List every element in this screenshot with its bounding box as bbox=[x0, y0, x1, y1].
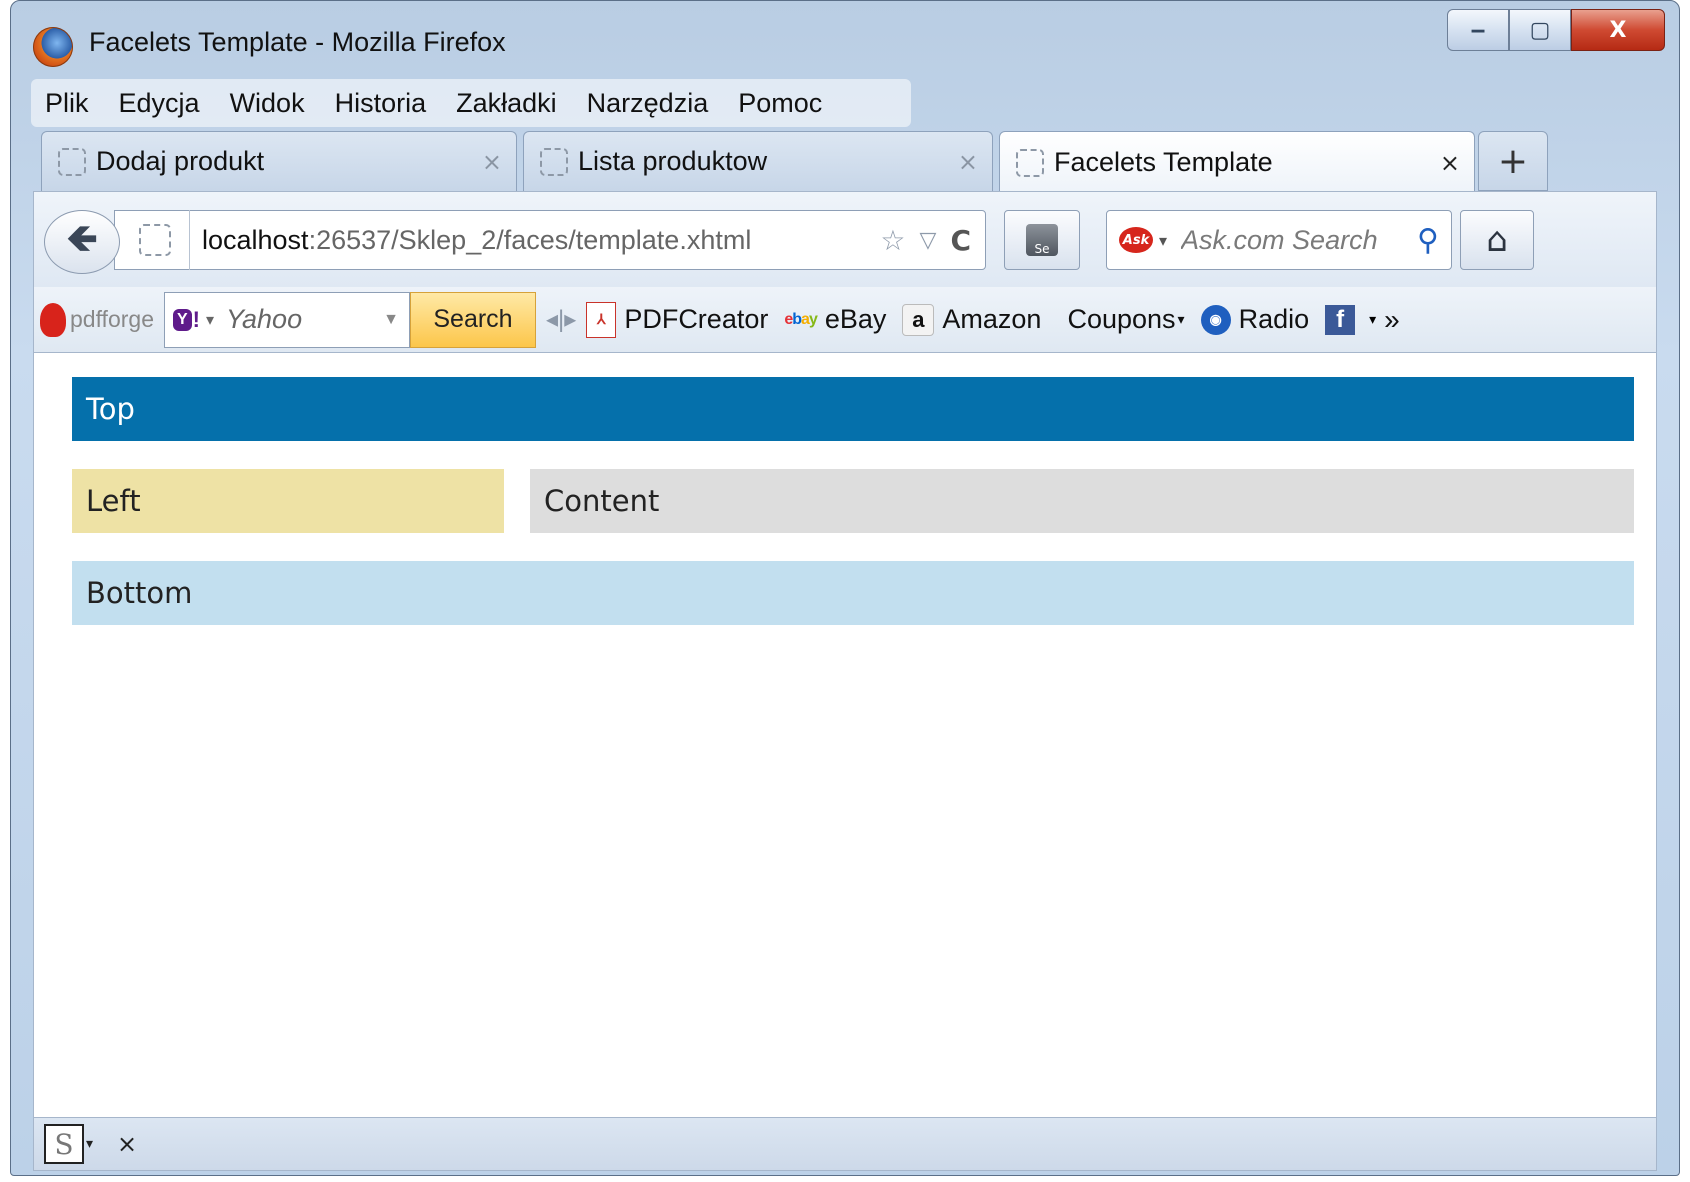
status-bar: S ▾ × bbox=[33, 1117, 1657, 1171]
yahoo-input[interactable]: Yahoo bbox=[226, 304, 383, 335]
tab-facelets-template[interactable]: Facelets Template × bbox=[999, 131, 1475, 193]
pdfforge-logo[interactable]: pdfforge bbox=[40, 302, 154, 337]
top-section: Top bbox=[72, 377, 1634, 441]
title-bar: Facelets Template - Mozilla Firefox ‒ ▢ … bbox=[11, 1, 1679, 81]
search-input[interactable]: Ask.com Search bbox=[1181, 225, 1417, 256]
toolbar-grip-icon[interactable]: ◂|▸ bbox=[546, 305, 576, 334]
home-icon: ⌂ bbox=[1486, 220, 1508, 260]
tab-close-icon[interactable]: × bbox=[482, 148, 502, 176]
tab-strip: Dodaj produkt × Lista produktow × Facele… bbox=[41, 131, 1671, 193]
bottom-section: Bottom bbox=[72, 561, 1634, 625]
left-section: Left bbox=[72, 469, 504, 533]
tab-close-icon[interactable]: × bbox=[958, 148, 978, 176]
radio-icon: ◉ bbox=[1200, 304, 1231, 335]
tab-label: Dodaj produkt bbox=[96, 146, 265, 176]
yahoo-logo-icon: Y bbox=[172, 308, 192, 331]
browser-window: Facelets Template - Mozilla Firefox ‒ ▢ … bbox=[10, 0, 1680, 1176]
ebay-icon: ebay bbox=[784, 310, 817, 328]
page-favicon-icon bbox=[540, 147, 568, 176]
more-bookmarks-chevron-icon[interactable]: » bbox=[1384, 304, 1400, 336]
pdfforge-label: pdfforge bbox=[70, 306, 154, 332]
menu-zakladki[interactable]: Zakładki bbox=[456, 88, 557, 119]
tab-close-icon[interactable]: × bbox=[1440, 149, 1460, 177]
search-icon[interactable]: ⚲ bbox=[1417, 223, 1439, 258]
coupons-dropdown-icon: ▾ bbox=[1177, 311, 1185, 327]
window-controls: ‒ ▢ X bbox=[1447, 9, 1665, 51]
engine-dropdown-icon[interactable]: ▾ bbox=[1159, 231, 1167, 250]
page-viewport: Top Left Content Bottom bbox=[33, 353, 1657, 1117]
page-favicon-icon bbox=[58, 147, 86, 176]
bookmark-ebay[interactable]: ebay eBay bbox=[784, 304, 886, 335]
firefox-logo-icon bbox=[33, 27, 73, 67]
url-bar[interactable]: localhost:26537/Sklep_2/faces/template.x… bbox=[114, 210, 986, 270]
maximize-button[interactable]: ▢ bbox=[1509, 9, 1571, 51]
s-addon-dropdown-icon[interactable]: ▾ bbox=[86, 1136, 93, 1152]
menu-narzedzia[interactable]: Narzędzia bbox=[587, 88, 709, 119]
selenium-icon: Se bbox=[1026, 224, 1058, 256]
facebook-icon[interactable]: f bbox=[1325, 304, 1356, 335]
navigation-toolbar: localhost:26537/Sklep_2/faces/template.x… bbox=[33, 191, 1657, 287]
yahoo-search-box[interactable]: Y ! ▾ Yahoo ▼ bbox=[163, 291, 410, 348]
close-addon-bar-icon[interactable]: × bbox=[117, 1130, 137, 1158]
bookmark-star-icon[interactable]: ☆ bbox=[880, 224, 905, 257]
yahoo-search-button[interactable]: Search bbox=[409, 291, 536, 348]
pdf-icon: ⅄ bbox=[586, 301, 617, 338]
bookmark-label: PDFCreator bbox=[624, 304, 769, 334]
back-arrow-icon: 🡸 bbox=[66, 215, 98, 260]
menu-edycja[interactable]: Edycja bbox=[119, 88, 200, 119]
url-text[interactable]: localhost:26537/Sklep_2/faces/template.x… bbox=[202, 225, 880, 256]
menu-historia[interactable]: Historia bbox=[335, 88, 427, 119]
bookmark-label: eBay bbox=[824, 304, 887, 334]
reload-icon[interactable]: C bbox=[950, 224, 971, 257]
tab-lista-produktow[interactable]: Lista produktow × bbox=[523, 131, 993, 191]
history-dropdown-icon[interactable]: ▽ bbox=[920, 228, 937, 253]
site-identity-icon[interactable] bbox=[139, 224, 171, 256]
bookmark-amazon[interactable]: a Amazon bbox=[902, 303, 1042, 336]
bookmark-pdfcreator[interactable]: ⅄ PDFCreator bbox=[586, 301, 769, 338]
selenium-button[interactable]: Se bbox=[1004, 210, 1080, 270]
yahoo-bang: ! bbox=[192, 306, 200, 332]
tab-label: Facelets Template bbox=[1054, 147, 1273, 177]
home-button[interactable]: ⌂ bbox=[1460, 210, 1534, 270]
menu-widok[interactable]: Widok bbox=[230, 88, 305, 119]
minimize-button[interactable]: ‒ bbox=[1447, 9, 1509, 51]
amazon-icon: a bbox=[902, 303, 935, 336]
bookmark-label: Amazon bbox=[942, 304, 1042, 334]
ask-engine-icon[interactable]: Ask bbox=[1119, 227, 1153, 253]
bookmark-label: Radio bbox=[1238, 304, 1310, 334]
back-button[interactable]: 🡸 bbox=[44, 210, 120, 274]
search-bar[interactable]: Ask ▾ Ask.com Search ⚲ bbox=[1106, 210, 1452, 270]
page-favicon-icon bbox=[1016, 148, 1044, 177]
bookmark-coupons[interactable]: Coupons ▾ bbox=[1067, 304, 1184, 335]
bookmark-radio[interactable]: ◉ Radio bbox=[1200, 304, 1310, 335]
url-path: :26537/Sklep_2/faces/template.xhtml bbox=[308, 224, 752, 255]
yahoo-history-dropdown-icon[interactable]: ▼ bbox=[383, 311, 399, 329]
facebook-dropdown-icon[interactable]: ▾ bbox=[1369, 311, 1376, 328]
menu-plik[interactable]: Plik bbox=[45, 88, 89, 119]
menu-pomoc[interactable]: Pomoc bbox=[738, 88, 822, 119]
window-title: Facelets Template - Mozilla Firefox bbox=[89, 27, 506, 57]
url-divider bbox=[189, 210, 190, 270]
yahoo-dropdown-icon[interactable]: ▾ bbox=[206, 310, 214, 330]
bookmarks-toolbar: pdfforge Y ! ▾ Yahoo ▼ Search ◂|▸ ⅄ PDFC… bbox=[33, 287, 1657, 353]
bookmark-label: Coupons bbox=[1067, 304, 1176, 334]
pdfforge-flame-icon bbox=[40, 302, 66, 337]
s-addon-icon[interactable]: S bbox=[44, 1124, 84, 1164]
close-window-button[interactable]: X bbox=[1571, 9, 1665, 51]
tab-dodaj-produkt[interactable]: Dodaj produkt × bbox=[41, 131, 517, 191]
url-host: localhost bbox=[202, 224, 309, 255]
content-section: Content bbox=[530, 469, 1634, 533]
menu-bar: Plik Edycja Widok Historia Zakładki Narz… bbox=[31, 79, 911, 127]
tab-label: Lista produktow bbox=[578, 146, 768, 176]
new-tab-button[interactable]: + bbox=[1478, 131, 1548, 191]
